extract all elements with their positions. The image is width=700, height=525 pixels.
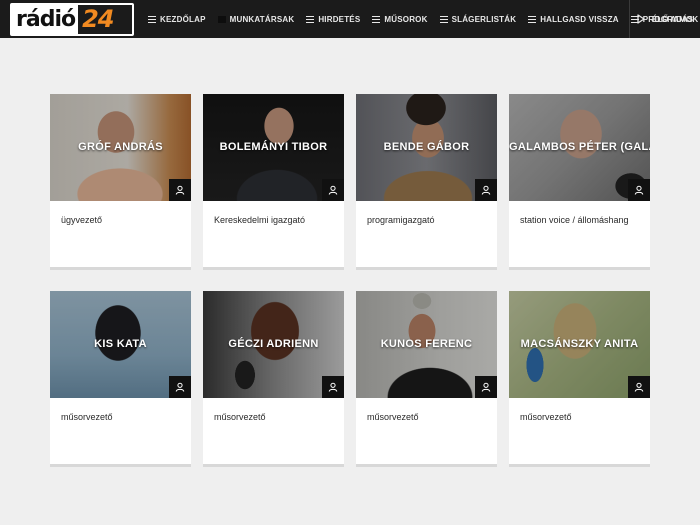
menu-lines-icon: [439, 15, 448, 23]
main-menu: KEZDŐLAP MUNKATÁRSAK HIRDETÉS MŰSOROK SL…: [148, 0, 700, 38]
staff-role: station voice / állomáshang: [520, 215, 629, 225]
user-profile-icon[interactable]: [628, 376, 650, 398]
menu-lines-icon: [528, 15, 537, 23]
nav-item-munkatarsak[interactable]: MUNKATÁRSAK: [217, 14, 295, 24]
staff-name: KIS KATA: [94, 338, 147, 350]
staff-name: BENDE GÁBOR: [383, 141, 470, 153]
user-profile-icon[interactable]: [169, 376, 191, 398]
nav-item-kezdolap[interactable]: KEZDŐLAP: [148, 15, 206, 24]
menu-lines-icon: [148, 15, 156, 23]
user-profile-icon[interactable]: [475, 179, 497, 201]
logo-text-24: 24: [78, 5, 132, 34]
staff-card[interactable]: GALAMBOS PÉTER (GALAMB) station voice / …: [509, 94, 650, 270]
nav-item-musorok[interactable]: MŰSOROK: [372, 15, 427, 24]
staff-name: MACSÁNSZKY ANITA: [520, 338, 639, 350]
staff-photo: BOLEMÁNYI TIBOR: [203, 94, 344, 201]
staff-role: műsorvezető: [61, 412, 113, 422]
staff-card[interactable]: BENDE GÁBOR programigazgató: [356, 94, 497, 270]
play-icon: [637, 14, 645, 24]
staff-role: műsorvezető: [520, 412, 572, 422]
staff-card[interactable]: GÉCZI ADRIENN műsorvezető: [203, 291, 344, 467]
nav-item-label: HIRDETÉS: [318, 14, 361, 24]
staff-name: BOLEMÁNYI TIBOR: [219, 141, 328, 153]
logo-text-radio: rádió: [12, 5, 79, 34]
user-profile-icon[interactable]: [169, 179, 191, 201]
nav-item-hirdetes[interactable]: HIRDETÉS: [306, 15, 360, 24]
nav-item-slagerlistak[interactable]: SLÁGERLISTÁK: [439, 14, 517, 24]
staff-name: KUNOS FERENC: [380, 338, 473, 350]
menu-lines-icon: [372, 15, 381, 23]
staff-card[interactable]: MACSÁNSZKY ANITA műsorvezető: [509, 291, 650, 467]
nav-item-label: MŰSOROK: [384, 14, 428, 24]
staff-photo: GALAMBOS PÉTER (GALAMB): [509, 94, 650, 201]
staff-role: ügyvezető: [61, 215, 103, 225]
nav-item-label: HALLGASD VISSZA: [540, 14, 619, 24]
staff-photo: MACSÁNSZKY ANITA: [509, 291, 650, 398]
staff-name: GRÓF ANDRÁS: [78, 141, 163, 153]
staff-photo: KUNOS FERENC: [356, 291, 497, 398]
square-icon: [217, 15, 226, 23]
staff-role: Kereskedelmi igazgató: [214, 215, 306, 225]
staff-photo: BENDE GÁBOR: [356, 94, 497, 201]
staff-name: GÉCZI ADRIENN: [228, 338, 319, 350]
user-profile-icon[interactable]: [322, 376, 344, 398]
nav-item-label: SLÁGERLISTÁK: [451, 14, 517, 24]
staff-card[interactable]: KIS KATA műsorvezető: [50, 291, 191, 467]
live-broadcast-label: ÉLŐ ADÁS: [651, 14, 694, 24]
nav-item-hallgasd-vissza[interactable]: HALLGASD VISSZA: [528, 15, 619, 24]
top-navigation-bar: rádió 24 KEZDŐLAP MUNKATÁRSAK HIRDETÉS M…: [0, 0, 700, 38]
staff-name: GALAMBOS PÉTER (GALAMB): [509, 141, 650, 153]
staff-photo: KIS KATA: [50, 291, 191, 398]
staff-photo: GRÓF ANDRÁS: [50, 94, 191, 201]
live-broadcast-button[interactable]: ÉLŐ ADÁS: [629, 0, 700, 38]
radio24-logo[interactable]: rádió 24: [10, 3, 134, 36]
staff-role: műsorvezető: [367, 412, 419, 422]
user-profile-icon[interactable]: [475, 376, 497, 398]
staff-role: programigazgató: [367, 215, 435, 225]
user-profile-icon[interactable]: [322, 179, 344, 201]
staff-photo: GÉCZI ADRIENN: [203, 291, 344, 398]
nav-item-label: MUNKATÁRSAK: [229, 14, 295, 24]
menu-lines-icon: [306, 15, 315, 23]
staff-card[interactable]: BOLEMÁNYI TIBOR Kereskedelmi igazgató: [203, 94, 344, 270]
staff-card[interactable]: GRÓF ANDRÁS ügyvezető: [50, 94, 191, 270]
nav-item-label: KEZDŐLAP: [160, 14, 206, 24]
user-profile-icon[interactable]: [628, 179, 650, 201]
staff-role: műsorvezető: [214, 412, 266, 422]
staff-card[interactable]: KUNOS FERENC műsorvezető: [356, 291, 497, 467]
